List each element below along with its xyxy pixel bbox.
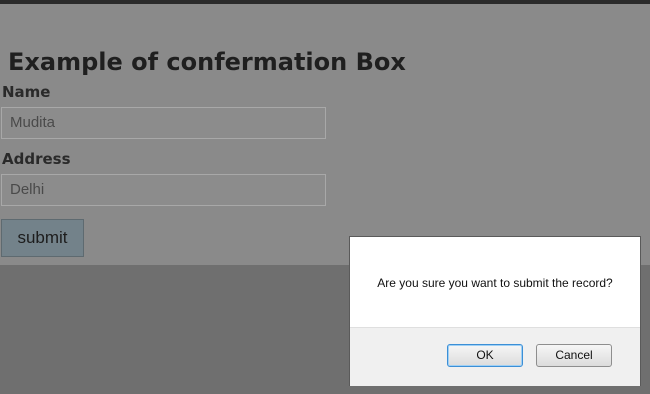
address-field[interactable]: Delhi [1, 174, 326, 206]
dialog-body: Are you sure you want to submit the reco… [350, 237, 640, 327]
dialog-message: Are you sure you want to submit the reco… [377, 276, 613, 290]
name-field[interactable]: Mudita [1, 107, 326, 139]
confirm-dialog: Are you sure you want to submit the reco… [349, 236, 641, 386]
address-label: Address [2, 150, 71, 168]
cancel-button[interactable]: Cancel [536, 344, 612, 367]
page-title: Example of confermation Box [8, 48, 406, 76]
ok-button[interactable]: OK [447, 344, 523, 367]
submit-button[interactable]: submit [1, 219, 84, 257]
name-label: Name [2, 83, 51, 101]
dialog-footer: OK Cancel [350, 327, 640, 386]
